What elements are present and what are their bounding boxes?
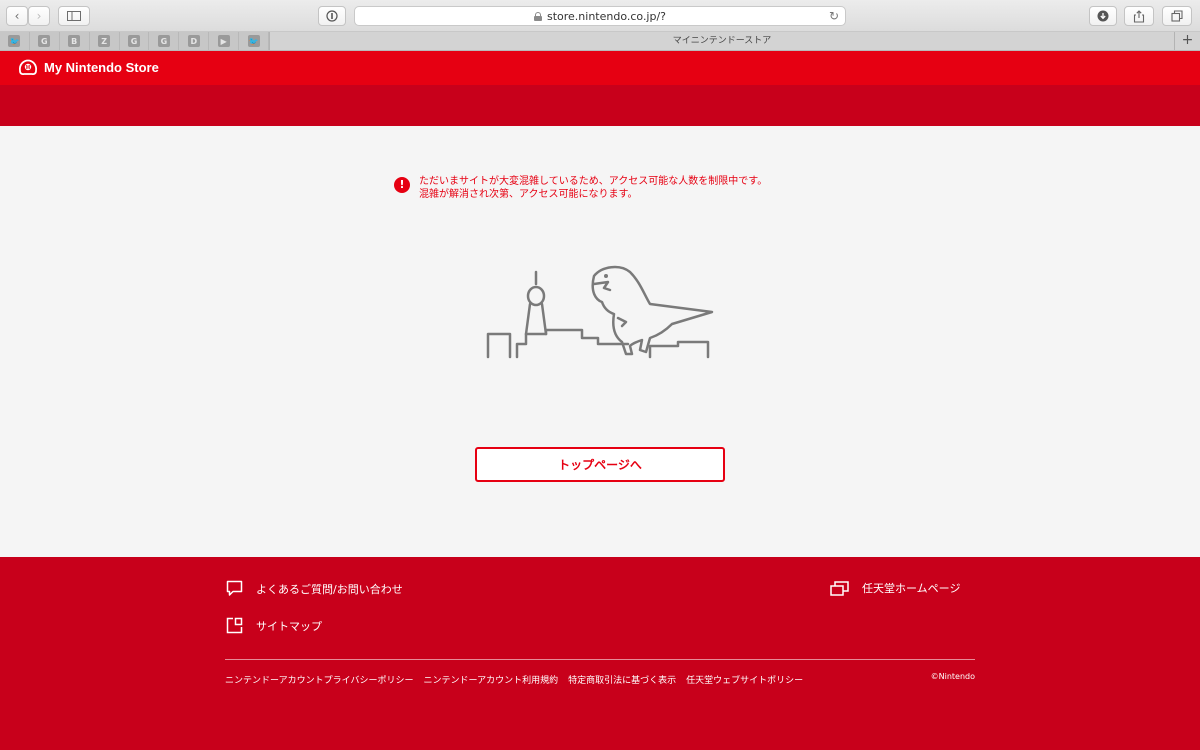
youtube-icon: ▶ [217, 35, 230, 47]
chat-bubble-icon [226, 580, 243, 596]
downloads-button[interactable] [1089, 6, 1117, 26]
sitemap-label: サイトマップ [256, 619, 322, 633]
reader-button[interactable] [318, 6, 346, 26]
forward-button[interactable]: › [28, 6, 50, 26]
svg-text:M: M [26, 65, 30, 71]
congestion-notice: ! ただいまサイトが大変混雑しているため、アクセス可能な人数を制限中です。 混雑… [394, 175, 814, 201]
store-logo[interactable]: M My Nintendo Store [18, 59, 159, 76]
twitter-icon: 🐦 [8, 35, 21, 47]
bookmark-google-4[interactable]: G [120, 32, 150, 50]
legal-link-terms[interactable]: ニンテンドーアカウント利用規約 [423, 673, 558, 686]
mario-cap-icon: M [18, 59, 38, 76]
legal-link-commerce[interactable]: 特定商取引法に基づく表示 [568, 673, 676, 686]
nintendo-home-label: 任天堂ホームページ [862, 582, 961, 595]
bookmarks-bar: 🐦 G B Z G G D ▶ 🐦 [0, 32, 270, 50]
notice-line-1: ただいまサイトが大変混雑しているため、アクセス可能な人数を制限中です。 [419, 176, 768, 187]
download-icon [1097, 10, 1109, 22]
notice-line-2: 混雑が解消され次第、アクセス可能になります。 [419, 189, 638, 200]
alert-icon: ! [394, 177, 410, 193]
bookmark-z-3[interactable]: Z [90, 32, 120, 50]
tabs-button[interactable] [1162, 6, 1192, 26]
share-icon [1133, 9, 1145, 23]
sitemap-icon [226, 617, 243, 634]
twitter-icon: 🐦 [247, 35, 260, 47]
d-icon: D [187, 35, 200, 47]
faq-link[interactable]: よくあるご質問/お問い合わせ [226, 580, 403, 597]
bookmark-b-2[interactable]: B [60, 32, 90, 50]
new-tab-button[interactable]: + [1174, 32, 1200, 50]
back-button[interactable]: ‹ [6, 6, 28, 26]
google-icon: G [128, 35, 140, 47]
active-tab[interactable]: マイニンテンドーストア [270, 32, 1174, 50]
address-bar[interactable]: store.nintendo.co.jp/? ↻ [354, 6, 846, 26]
tabs-overview-icon [1171, 10, 1183, 22]
site-footer: よくあるご質問/お問い合わせ サイトマップ 任天堂ホームページ ニンテンドーアカ… [0, 557, 1200, 750]
info-icon [326, 10, 338, 22]
share-button[interactable] [1124, 6, 1154, 26]
bookmark-d-6[interactable]: D [179, 32, 210, 50]
footer-divider [225, 659, 975, 660]
google-icon: G [38, 35, 51, 47]
logo-text: My Nintendo Store [44, 60, 159, 75]
browser-toolbar: ‹ › store.nintendo.co.jp/? ↻ [0, 0, 1200, 32]
header-subband [0, 85, 1200, 126]
bookmark-twitter-0[interactable]: 🐦 [0, 32, 30, 50]
external-window-icon [830, 580, 849, 596]
bookmark-g-5[interactable]: G [149, 32, 180, 50]
site-header: M My Nintendo Store [0, 51, 1200, 85]
faq-label: よくあるご質問/お問い合わせ [256, 582, 403, 596]
chevron-right-icon: › [36, 9, 42, 23]
reload-icon[interactable]: ↻ [829, 9, 839, 23]
legal-link-privacy[interactable]: ニンテンドーアカウントプライバシーポリシー [225, 673, 413, 686]
bookmark-google-1[interactable]: G [30, 32, 60, 50]
chevron-left-icon: ‹ [14, 9, 20, 23]
bookmark-twitter-8[interactable]: 🐦 [239, 32, 270, 50]
z-icon: Z [98, 35, 111, 47]
url-text: store.nintendo.co.jp/? [546, 9, 667, 23]
top-page-button[interactable]: トップページへ [475, 447, 725, 482]
b-icon: B [68, 35, 81, 47]
bookmark-youtube-7[interactable]: ▶ [209, 32, 240, 50]
lock-icon [533, 11, 542, 21]
legal-links: ニンテンドーアカウントプライバシーポリシー ニンテンドーアカウント利用規約 特定… [225, 673, 813, 686]
legal-link-website-policy[interactable]: 任天堂ウェブサイトポリシー [686, 673, 803, 686]
sitemap-link[interactable]: サイトマップ [226, 617, 322, 634]
g-icon: G [157, 35, 170, 47]
copyright: ©Nintendo [930, 672, 975, 681]
nintendo-home-link[interactable]: 任天堂ホームページ [830, 580, 960, 596]
sidebar-toggle-button[interactable] [58, 6, 90, 26]
tab-bar: 🐦 G B Z G G D ▶ 🐦 マイニンテンドーストア + [0, 32, 1200, 51]
sidebar-icon [67, 11, 81, 21]
dinosaur-city-illustration [486, 265, 714, 359]
